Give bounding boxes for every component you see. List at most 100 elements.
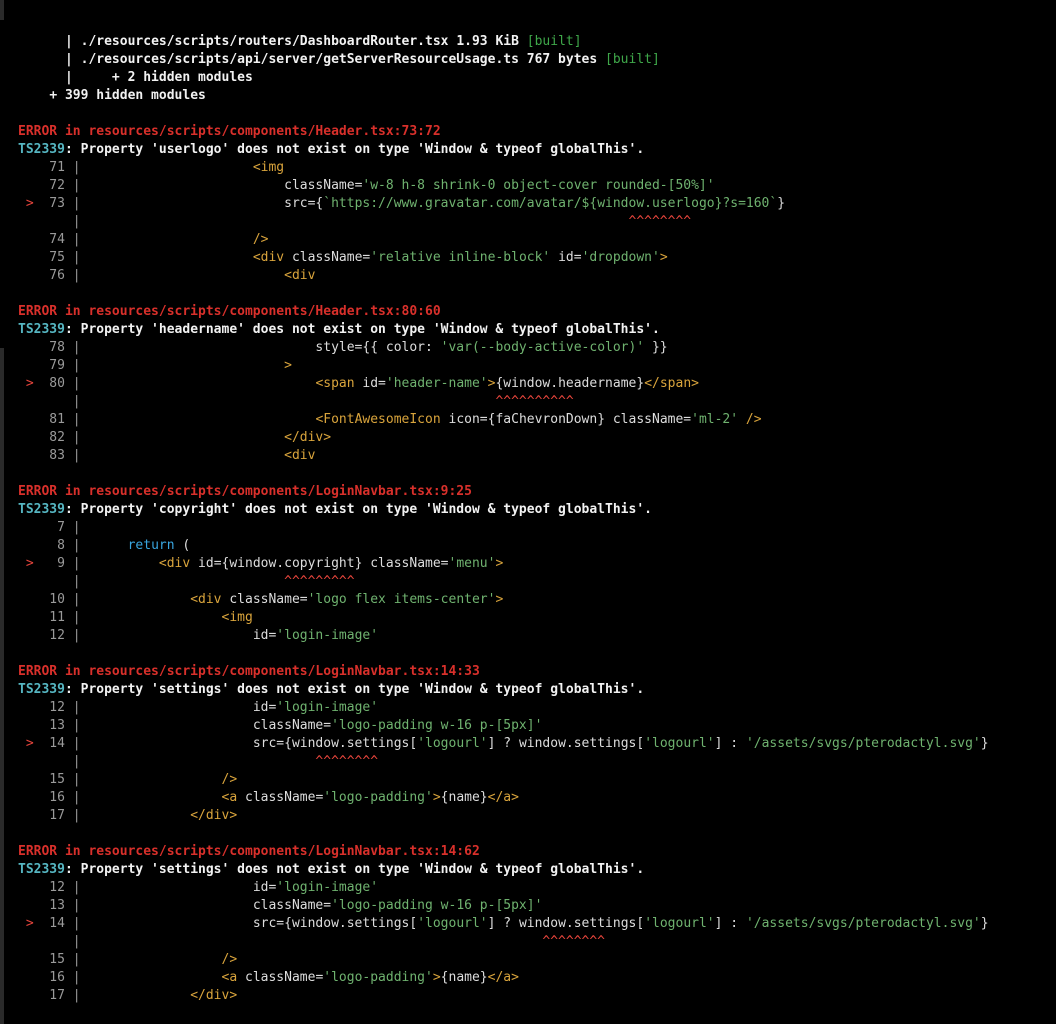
build-prefix: | [18, 70, 112, 85]
line-marker [18, 448, 41, 463]
code-token: id= [88, 628, 277, 643]
code-token: > [432, 970, 441, 985]
code-token: style={{ color: [88, 340, 441, 355]
line-number: 17 [41, 808, 65, 823]
gutter-separator: | [64, 340, 89, 355]
code-line: 12 | id='login-image' [18, 627, 378, 645]
line-marker [18, 610, 41, 625]
error-location: ERROR in resources/scripts/components/Lo… [18, 484, 472, 499]
code-token: > [432, 790, 441, 805]
code-token: </a> [487, 790, 519, 805]
line-marker [18, 808, 41, 823]
error-message: TS2339: Property 'copyright' does not ex… [18, 501, 652, 519]
code-token: 'login-image' [276, 700, 379, 715]
code-token: <div [190, 592, 222, 607]
code-token: 'logo-padding w-16 p-[5px]' [331, 898, 543, 913]
code-token: src={window.settings[ [88, 736, 418, 751]
terminal-output[interactable]: | ./resources/scripts/routers/DashboardR… [0, 0, 1056, 1024]
error-code: TS2339 [18, 502, 65, 517]
line-number: 13 [41, 898, 65, 913]
module-size: 767 bytes [526, 52, 598, 67]
error-message: TS2339: Property 'settings' does not exi… [18, 861, 644, 879]
code-token: '/assets/svgs/pterodactyl.svg' [745, 916, 981, 931]
error-location: ERROR in resources/scripts/components/He… [18, 124, 441, 139]
code-token: 'w-8 h-8 shrink-0 object-cover rounded-[… [362, 178, 715, 193]
line-number: 12 [41, 628, 65, 643]
code-line: 13 | className='logo-padding w-16 p-[5px… [18, 717, 542, 735]
code-token: }} [644, 340, 668, 355]
code-token: id= [88, 880, 277, 895]
line-marker [18, 952, 41, 967]
error-heading: ERROR in resources/scripts/components/He… [18, 123, 441, 141]
code-token: ^^^^^^^^ [88, 754, 379, 769]
code-token: 'logo-padding w-16 p-[5px]' [331, 718, 543, 733]
line-number: 79 [41, 358, 65, 373]
code-line: 17 | </div> [18, 987, 237, 1005]
left-edge-bar [0, 0, 4, 20]
error-text: : Property 'headername' does not exist o… [64, 322, 660, 337]
line-number: 13 [41, 718, 65, 733]
code-token: 'dropdown' [581, 250, 660, 265]
code-line: > 14 | src={window.settings['logourl'] ?… [18, 915, 989, 933]
line-number [41, 574, 64, 589]
line-marker: > [18, 736, 42, 751]
line-marker [18, 790, 41, 805]
code-token: 'relative inline-block' [370, 250, 551, 265]
gutter-separator: | [64, 160, 89, 175]
code-token: /> [221, 772, 238, 787]
gutter-separator: | [64, 736, 89, 751]
line-number [41, 214, 64, 229]
code-line: > 14 | src={window.settings['logourl'] ?… [18, 735, 989, 753]
code-token: <div [252, 250, 285, 265]
code-line: 7 | [18, 519, 88, 537]
code-token: <div [158, 556, 191, 571]
error-heading: ERROR in resources/scripts/components/He… [18, 303, 441, 321]
code-token: ] ? window.settings[ [487, 736, 645, 751]
code-token: src [88, 196, 308, 211]
gutter-separator: | [64, 268, 89, 283]
line-number: 80 [41, 376, 65, 391]
gutter-separator: | [64, 430, 89, 445]
gutter-separator: | [64, 934, 89, 949]
code-line: | ^^^^^^^^ [18, 753, 378, 771]
line-marker [18, 970, 41, 985]
code-token: <a [221, 790, 238, 805]
line-number: 82 [41, 430, 65, 445]
line-number: 12 [41, 880, 65, 895]
gutter-separator: | [64, 592, 89, 607]
code-line: 79 | > [18, 357, 292, 375]
line-number: 11 [41, 610, 65, 625]
code-line: 75 | <div className='relative inline-blo… [18, 249, 667, 267]
code-token: {name} [440, 970, 488, 985]
gutter-separator: | [64, 232, 89, 247]
line-marker: > [18, 916, 42, 931]
code-token: id= [88, 700, 277, 715]
line-number: 71 [41, 160, 65, 175]
line-number: 81 [41, 412, 65, 427]
build-prefix: | [18, 34, 81, 49]
line-marker [18, 430, 41, 445]
code-token: className [88, 178, 355, 193]
gutter-separator: | [64, 376, 89, 391]
code-token: className= [237, 790, 324, 805]
gutter-separator: | [64, 214, 89, 229]
code-line: 15 | /> [18, 771, 237, 789]
gutter-separator: | [64, 250, 89, 265]
code-token: <a [221, 970, 238, 985]
code-token: 'logo-padding' [323, 970, 433, 985]
error-text: : Property 'userlogo' does not exist on … [64, 142, 645, 157]
code-line: > 9 | <div id={window.copyright} classNa… [18, 555, 503, 573]
code-token: id= [550, 250, 582, 265]
code-line: 10 | <div className='logo flex items-cen… [18, 591, 503, 609]
line-number [41, 754, 64, 769]
code-token: > [495, 556, 504, 571]
code-token: {name} [440, 790, 488, 805]
gutter-separator: | [64, 196, 89, 211]
line-number: 14 [41, 736, 65, 751]
